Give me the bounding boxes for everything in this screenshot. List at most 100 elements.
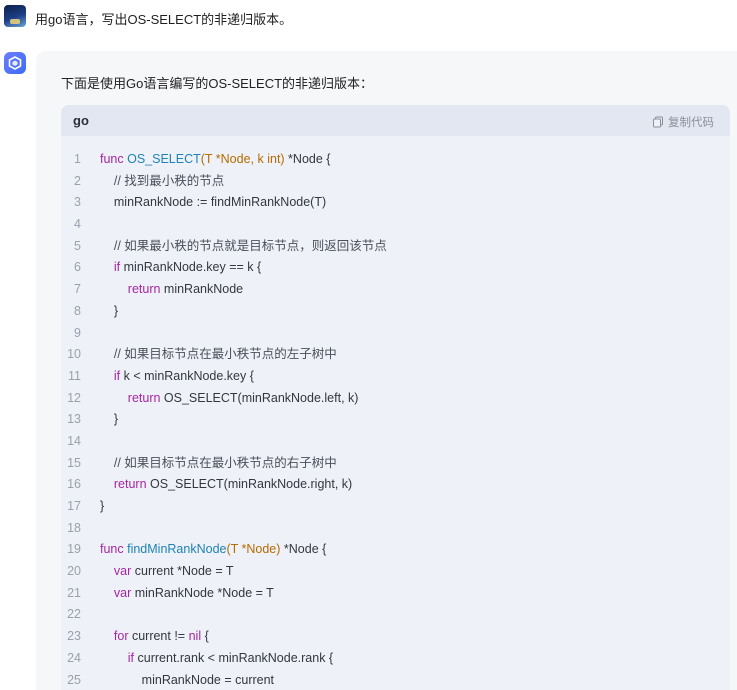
code-block: go 复制代码 1 func OS_SELECT(T *Node, k int) …	[61, 105, 730, 690]
code-line: 6 if minRankNode.key == k {	[61, 257, 730, 279]
code-line: 22	[61, 604, 730, 626]
code-line-text: if k < minRankNode.key {	[100, 366, 254, 388]
code-line: 9	[61, 323, 730, 345]
code-line-text: // 找到最小秩的节点	[100, 171, 224, 193]
code-token: minRankNode	[160, 282, 244, 297]
code-line: 10 // 如果目标节点在最小秩节点的左子树中	[61, 344, 730, 366]
code-token: }	[100, 303, 119, 318]
line-number: 17	[67, 499, 81, 513]
code-line: 16 return OS_SELECT(minRankNode.right, k…	[61, 474, 730, 496]
code-token: OS_SELECT(minRankNode.right, k)	[146, 477, 353, 492]
code-line: 11 if k < minRankNode.key {	[61, 366, 730, 388]
code-line: 12 return OS_SELECT(minRankNode.left, k)	[61, 388, 730, 410]
code-language-label: go	[73, 113, 89, 128]
code-line: 20 var current *Node = T	[61, 561, 730, 583]
code-line: 7 return minRankNode	[61, 279, 730, 301]
user-message-text: 用go语言，写出OS-SELECT的非递归版本。	[35, 12, 293, 27]
code-token: minRankNode = current	[100, 672, 275, 687]
code-line-text: }	[100, 301, 118, 323]
line-number: 11	[68, 368, 81, 383]
code-token: current.rank < minRankNode.rank {	[134, 650, 334, 665]
code-line: 23 for current != nil {	[61, 626, 730, 648]
code-line: 18	[61, 518, 730, 540]
code-line: 17}	[61, 496, 730, 518]
line-number: 21	[67, 585, 81, 600]
line-number: 4	[74, 217, 81, 232]
line-number: 8	[74, 303, 81, 318]
code-token: k < minRankNode.key {	[120, 368, 254, 383]
code-token: // 如果目标节点在最小秩节点的左子树中	[100, 347, 337, 362]
code-token: (T *Node)	[226, 542, 281, 557]
code-token: OS_SELECT(minRankNode.left, k)	[160, 390, 359, 405]
code-token: minRankNode *Node = T	[131, 585, 274, 600]
user-avatar	[4, 5, 26, 27]
code-token: var	[100, 564, 132, 579]
line-number: 1	[74, 152, 81, 166]
line-number: 7	[74, 282, 81, 297]
code-line-text: minRankNode = current	[100, 670, 274, 690]
code-token: nil	[188, 629, 202, 644]
copy-icon	[653, 116, 663, 128]
code-token: func	[100, 152, 128, 166]
code-line: 1 func OS_SELECT(T *Node, k int) *Node {	[61, 149, 730, 171]
line-number: 10	[67, 347, 81, 362]
code-line: 24 if current.rank < minRankNode.rank {	[61, 648, 730, 670]
copy-code-button[interactable]: 复制代码	[652, 114, 714, 130]
line-number: 3	[74, 195, 81, 210]
code-line-text: var minRankNode *Node = T	[100, 583, 274, 605]
line-number: 16	[67, 477, 81, 492]
line-number: 18	[67, 520, 81, 535]
line-number: 23	[67, 629, 81, 644]
code-lines: 1 func OS_SELECT(T *Node, k int) *Node { 2…	[61, 149, 730, 690]
code-token: current *Node = T	[131, 564, 234, 579]
code-token: // 如果目标节点在最小秩节点的右子树中	[100, 455, 337, 470]
code-line-text: if minRankNode.key == k {	[100, 257, 261, 279]
code-line-text: minRankNode := findMinRankNode(T)	[100, 192, 326, 214]
code-line-text: }	[100, 409, 118, 431]
line-number: 24	[67, 650, 81, 665]
code-token: // 找到最小秩的节点	[100, 173, 225, 188]
line-number: 12	[67, 390, 81, 405]
code-line-text: // 如果最小秩的节点就是目标节点，则返回该节点	[100, 236, 387, 258]
code-token: // 如果最小秩的节点就是目标节点，则返回该节点	[100, 238, 387, 253]
code-token: var	[100, 585, 132, 600]
code-line: 3 minRankNode := findMinRankNode(T)	[61, 192, 730, 214]
line-number: 2	[74, 173, 81, 188]
code-line-text: // 如果目标节点在最小秩节点的右子树中	[100, 453, 337, 475]
code-token: *Node {	[284, 152, 331, 166]
code-token: }	[100, 412, 119, 427]
code-line-text: func OS_SELECT(T *Node, k int) *Node {	[100, 149, 330, 171]
line-number: 19	[67, 542, 81, 557]
code-token: }	[100, 499, 105, 513]
code-token: *Node {	[280, 542, 327, 557]
code-line: 25 minRankNode = current	[61, 670, 730, 690]
code-line: 15 // 如果目标节点在最小秩节点的右子树中	[61, 453, 730, 475]
line-number: 15	[67, 455, 81, 470]
code-line: 14	[61, 431, 730, 453]
assistant-intro-text: 下面是使用Go语言编写的OS-SELECT的非递归版本：	[61, 76, 374, 91]
copy-code-label: 复制代码	[668, 117, 714, 129]
code-token: minRankNode := findMinRankNode(T)	[100, 195, 327, 210]
line-number: 13	[67, 412, 81, 427]
user-message-row: 用go语言，写出OS-SELECT的非递归版本。	[0, 0, 737, 42]
code-token: func	[100, 542, 128, 557]
assistant-logo-icon	[8, 56, 22, 70]
code-line-text: for current != nil {	[100, 626, 209, 648]
code-token: current !=	[128, 629, 189, 644]
code-line-text: return OS_SELECT(minRankNode.right, k)	[100, 474, 352, 496]
code-line: 19 func findMinRankNode(T *Node) *Node {	[61, 539, 730, 561]
code-line-text: var current *Node = T	[100, 561, 234, 583]
code-token: if	[100, 260, 121, 275]
code-token: OS_SELECT	[127, 152, 201, 166]
code-line: 4	[61, 214, 730, 236]
assistant-avatar	[4, 52, 26, 74]
code-token: if	[100, 650, 135, 665]
line-number: 6	[74, 260, 81, 275]
code-line: 8 }	[61, 301, 730, 323]
code-line-text: return minRankNode	[100, 279, 243, 301]
code-token: {	[201, 629, 209, 644]
code-token: findMinRankNode	[127, 542, 227, 557]
line-number: 22	[67, 607, 81, 622]
code-line-text: }	[100, 496, 104, 518]
line-number: 20	[67, 564, 81, 579]
